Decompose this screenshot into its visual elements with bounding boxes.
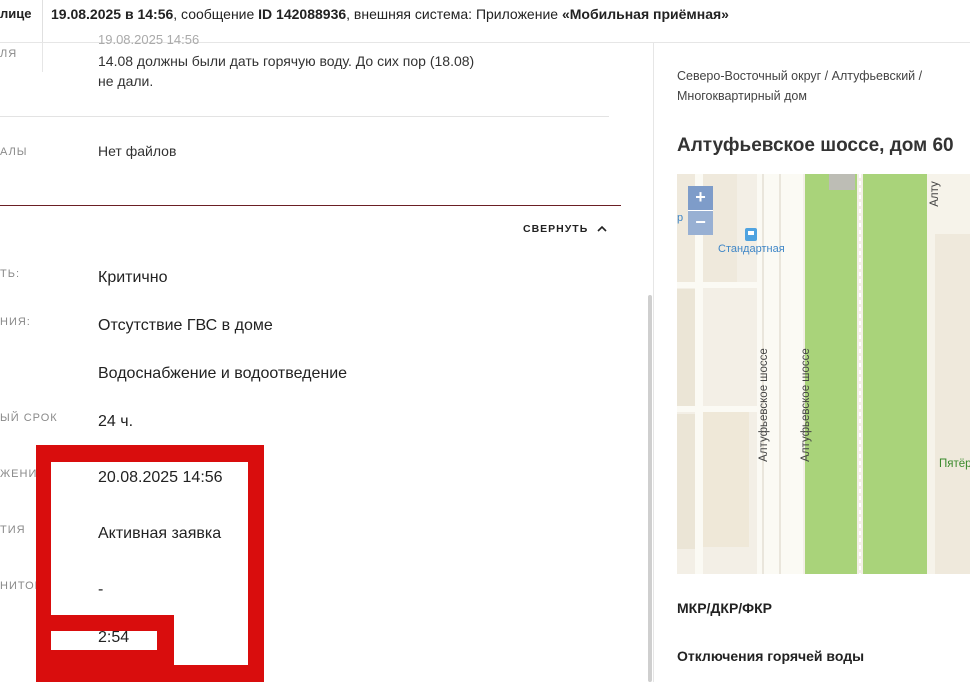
shop-label: Пятёр [939,458,970,470]
time-value: 2:54 [98,629,130,646]
priority-value: Критично [98,269,168,286]
map[interactable]: Стандартная р Алтуфьевское шоссе Алтуфье… [677,174,970,574]
street-label: Алтуфьевское шоссе [799,348,812,462]
files-label: алы [0,146,28,158]
section-heading-hot-water[interactable]: Отключения горячей воды [677,648,864,664]
collapse-button[interactable]: СВЕРНУТЬ [523,223,607,235]
map-canvas [677,174,970,574]
zoom-in-button[interactable]: + [688,186,713,211]
map-edge-label: р [677,212,684,224]
files-value: Нет файлов [98,143,177,159]
redaction-window [174,615,248,665]
message-id: ID 142088936 [258,6,347,22]
category-value: Отсутствие ГВС в доме [98,317,273,334]
top-bar-divider [42,0,43,42]
status-value: Активная заявка [98,525,222,542]
zoom-out-button[interactable]: − [688,211,713,235]
top-bar-label-cut: лице [0,6,32,21]
detail-label: ть: [0,268,20,280]
column-divider [42,42,43,72]
detail-label: тия [0,524,26,536]
due-date-value: 20.08.2025 14:56 [98,469,223,486]
breadcrumb-line-2: Многоквартирный дом [677,89,807,103]
message-text-line-1: 14.08 должны были дать горячую воду. До … [98,53,475,69]
street-label: Алтуфьевское шоссе [757,348,770,462]
message-date: 19.08.2025 в 14:56 [51,6,174,22]
street-label: Алту [928,181,941,207]
right-panel-border [653,42,654,682]
section-heading-repairs[interactable]: МКР/ДКР/ФКР [677,600,772,616]
monitor-value: - [98,581,104,598]
deadline-value: 24 ч. [98,413,134,430]
detail-label: ый срок [0,412,58,424]
bus-stop-label: Стандартная [718,243,785,255]
map-zoom-controls: + − [688,186,713,236]
breadcrumb-line-1: Северо-Восточный округ / Алтуфьевский / [677,69,923,83]
detail-label: ния: [0,316,31,328]
message-timestamp: 19.08.2025 14:56 [98,32,200,47]
divider [0,116,609,117]
breadcrumb: Северо-Восточный округ / Алтуфьевский / … [677,66,967,106]
message-label: ля [0,48,18,60]
section-divider [0,205,621,206]
external-system-name: «Мобильная приёмная» [561,6,729,22]
scrollbar[interactable] [648,295,652,682]
chevron-up-icon [597,226,607,232]
message-header: 19.08.2025 в 14:56, сообщение ID 1420889… [51,6,729,22]
department-value: Водоснабжение и водоотведение [98,365,348,382]
address-title: Алтуфьевское шоссе, дом 60 [677,135,954,156]
message-text-line-2: не дали. [98,73,154,89]
